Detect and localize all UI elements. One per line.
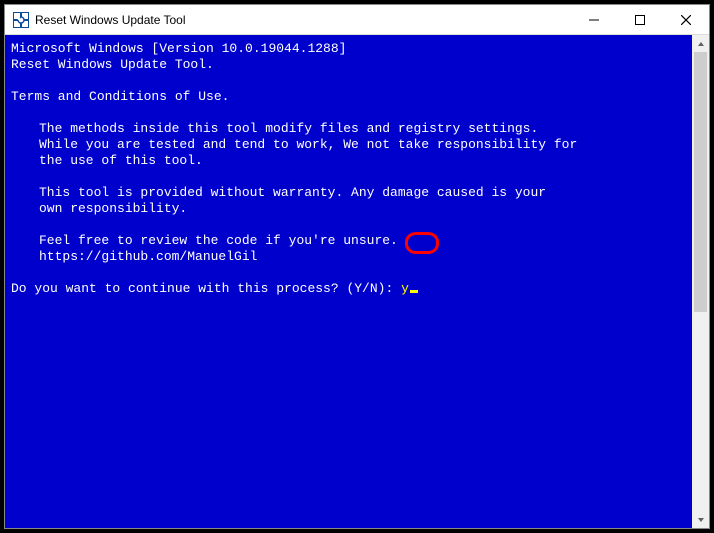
- terms-p1-line2: While you are tested and tend to work, W…: [11, 137, 686, 153]
- tool-name-line: Reset Windows Update Tool.: [11, 57, 214, 72]
- maximize-button[interactable]: [617, 5, 663, 34]
- terms-p1-line1: The methods inside this tool modify file…: [11, 121, 686, 137]
- window-controls: [571, 5, 709, 34]
- minimize-button[interactable]: [571, 5, 617, 34]
- client-area: Microsoft Windows [Version 10.0.19044.12…: [5, 35, 709, 528]
- terms-p2-line2: own responsibility.: [11, 201, 686, 217]
- console-output[interactable]: Microsoft Windows [Version 10.0.19044.12…: [5, 35, 692, 528]
- scrollbar-thumb[interactable]: [694, 52, 707, 312]
- scroll-up-button[interactable]: [692, 35, 709, 52]
- terms-p3-line1: Feel free to review the code if you're u…: [11, 233, 686, 249]
- app-icon: [13, 12, 29, 28]
- version-line: Microsoft Windows [Version 10.0.19044.12…: [11, 41, 346, 56]
- scroll-down-button[interactable]: [692, 511, 709, 528]
- vertical-scrollbar[interactable]: [692, 35, 709, 528]
- terms-header: Terms and Conditions of Use.: [11, 89, 229, 104]
- prompt-answer: y: [401, 281, 409, 296]
- terms-p3-line2: https://github.com/ManuelGil: [11, 249, 686, 265]
- continue-prompt: Do you want to continue with this proces…: [11, 281, 401, 296]
- terms-p1-line3: the use of this tool.: [11, 153, 686, 169]
- app-window: Reset Windows Update Tool Microsoft Wind…: [4, 4, 710, 529]
- terms-p2-line1: This tool is provided without warranty. …: [11, 185, 686, 201]
- cursor: [410, 290, 418, 293]
- window-title: Reset Windows Update Tool: [35, 13, 186, 27]
- close-button[interactable]: [663, 5, 709, 34]
- titlebar: Reset Windows Update Tool: [5, 5, 709, 35]
